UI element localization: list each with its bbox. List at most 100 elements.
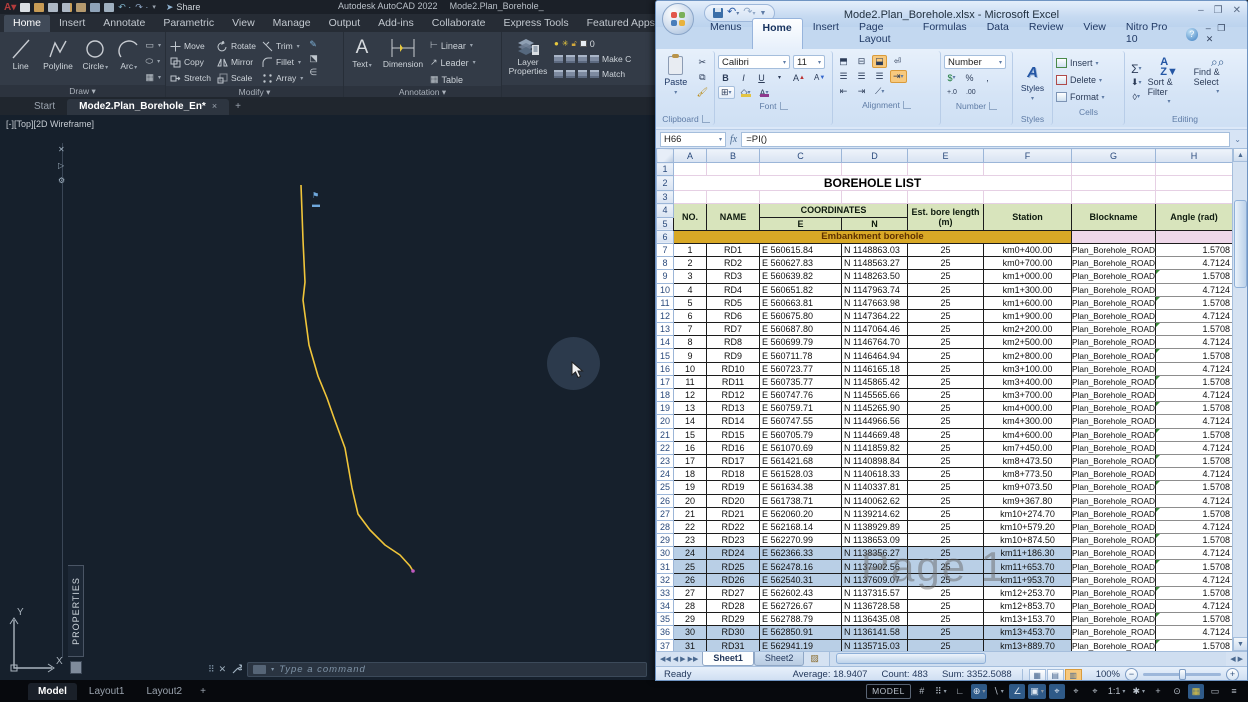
cell[interactable]: 25	[908, 402, 984, 415]
arc-button[interactable]: Arc▾	[116, 35, 141, 73]
header-blockname[interactable]: Blockname	[1072, 204, 1156, 230]
cell[interactable]: RD6	[707, 309, 760, 322]
undo-icon[interactable]: ↶ ·	[118, 2, 131, 12]
cell[interactable]	[1156, 230, 1233, 243]
polar-tracking-icon[interactable]: ⊕▾	[971, 684, 988, 699]
cell[interactable]: km9+073.50	[984, 481, 1072, 494]
cell[interactable]: 29	[674, 613, 707, 626]
offset-tool-icon[interactable]: ∈	[309, 67, 318, 78]
cell[interactable]: km13+889.70	[984, 639, 1072, 651]
open-folder-icon[interactable]	[34, 3, 44, 12]
column-header[interactable]: A	[674, 149, 707, 163]
drawing-tab[interactable]: Mode2.Plan_Borehole_En*×	[67, 99, 229, 115]
shrink-font-button[interactable]: A▼	[811, 71, 828, 84]
cell[interactable]: 25	[908, 415, 984, 428]
zoom-in-button[interactable]: +	[1226, 668, 1239, 681]
decrease-decimal-button[interactable]: .00	[963, 86, 979, 99]
column-header[interactable]: F	[984, 149, 1072, 163]
italic-button[interactable]: I	[736, 71, 751, 84]
acad-ribbon-tab-manage[interactable]: Manage	[264, 15, 320, 32]
cell[interactable]: Plan_Borehole_ROAD	[1072, 534, 1156, 547]
cell[interactable]: RD13	[707, 402, 760, 415]
merge-center-button[interactable]: ⇥▾	[890, 70, 907, 83]
add-status-icon[interactable]: +	[1150, 684, 1166, 699]
cell[interactable]	[760, 163, 842, 176]
cell[interactable]: E 562168.14	[760, 520, 842, 533]
cell[interactable]: 25	[908, 270, 984, 283]
cell[interactable]: 1.5708	[1156, 560, 1233, 573]
row-header[interactable]: 28	[657, 520, 674, 533]
table-icon[interactable]: ▦	[430, 74, 439, 85]
format-cells-button[interactable]: Format▾	[1056, 89, 1121, 105]
cell[interactable]: E 562788.79	[760, 613, 842, 626]
column-header[interactable]: D	[842, 149, 908, 163]
cell[interactable]	[674, 191, 707, 204]
paste-button[interactable]: Paste▾	[661, 53, 691, 112]
cell[interactable]: N 1145265.90	[842, 402, 908, 415]
cell[interactable]: km2+500.00	[984, 336, 1072, 349]
cell[interactable]: 25	[908, 283, 984, 296]
cell[interactable]: N 1136435.08	[842, 613, 908, 626]
column-header[interactable]: G	[1072, 149, 1156, 163]
cell[interactable]: 8	[674, 336, 707, 349]
excel-ribbon-tab-insert[interactable]: Insert	[803, 18, 849, 49]
cell[interactable]: E 562941.19	[760, 639, 842, 651]
mirror-button[interactable]: Mirror	[217, 57, 256, 68]
save-icon[interactable]	[48, 3, 58, 12]
cell[interactable]: N 1147663.98	[842, 296, 908, 309]
cell[interactable]: N 1145865.42	[842, 375, 908, 388]
align-bottom-button[interactable]: ⬓	[872, 55, 887, 68]
fill-color-button[interactable]: ◇▾	[738, 86, 754, 99]
cell[interactable]: 1.5708	[1156, 243, 1233, 256]
explode-tool-icon[interactable]: ⬔	[309, 53, 318, 64]
maximize-button[interactable]: ❐	[1214, 5, 1223, 16]
row-header[interactable]: 6	[657, 230, 674, 243]
cell[interactable]: Plan_Borehole_ROAD	[1072, 283, 1156, 296]
row-header[interactable]: 27	[657, 507, 674, 520]
rectangle-tool-icon[interactable]: ▭	[145, 40, 154, 51]
cell[interactable]	[908, 163, 984, 176]
bold-button[interactable]: B	[718, 71, 733, 84]
cell[interactable]: km0+700.00	[984, 257, 1072, 270]
cell[interactable]: 25	[908, 560, 984, 573]
font-dialog-launcher[interactable]	[780, 102, 788, 110]
number-dialog-launcher[interactable]	[989, 102, 997, 110]
cell[interactable]: RD27	[707, 586, 760, 599]
row-header[interactable]: 22	[657, 441, 674, 454]
cell[interactable]: 25	[908, 336, 984, 349]
model-space-button[interactable]: MODEL	[866, 684, 911, 699]
row-header[interactable]: 34	[657, 600, 674, 613]
new-layout-icon[interactable]: +	[194, 686, 212, 697]
row-header[interactable]: 18	[657, 389, 674, 402]
cell[interactable]: Plan_Borehole_ROAD	[1072, 323, 1156, 336]
cut-icon[interactable]: ✂	[694, 56, 711, 69]
decrease-indent-button[interactable]: ⇤	[836, 85, 851, 98]
header-length[interactable]: Est. bore length (m)	[908, 204, 984, 230]
cell[interactable]: 1.5708	[1156, 639, 1233, 651]
cell[interactable]: km11+653.70	[984, 560, 1072, 573]
command-customize-wrench-icon[interactable]	[231, 664, 242, 675]
excel-ribbon-tab-formulas[interactable]: Formulas	[913, 18, 977, 49]
row-header[interactable]: 26	[657, 494, 674, 507]
scroll-up-arrow[interactable]: ▲	[1233, 148, 1248, 162]
array-button[interactable]: Array▾	[262, 73, 303, 84]
currency-button[interactable]: $▾	[944, 71, 959, 84]
cell[interactable]: km3+700.00	[984, 389, 1072, 402]
workspace-gear-icon[interactable]: ✱▾	[1130, 684, 1147, 699]
cell[interactable]: 14	[674, 415, 707, 428]
cell[interactable]: E 562540.31	[760, 573, 842, 586]
cell[interactable]: N 1137902.56	[842, 560, 908, 573]
layer-color-swatch[interactable]	[580, 40, 587, 47]
linear-dimension-icon[interactable]: ⊢	[430, 40, 438, 51]
save-icon[interactable]	[713, 8, 723, 18]
cell[interactable]: Plan_Borehole_ROAD	[1072, 507, 1156, 520]
cell[interactable]: 6	[674, 309, 707, 322]
snap-mode-icon[interactable]: ⠿▾	[933, 684, 949, 699]
column-header[interactable]: C	[760, 149, 842, 163]
cell[interactable]: RD28	[707, 600, 760, 613]
autosum-button[interactable]: Σ▾	[1128, 62, 1145, 75]
cell[interactable]: N 1148563.27	[842, 257, 908, 270]
zoom-slider[interactable]	[1143, 673, 1221, 676]
cell[interactable]: 25	[908, 454, 984, 467]
align-left-button[interactable]: ☰	[836, 70, 851, 83]
